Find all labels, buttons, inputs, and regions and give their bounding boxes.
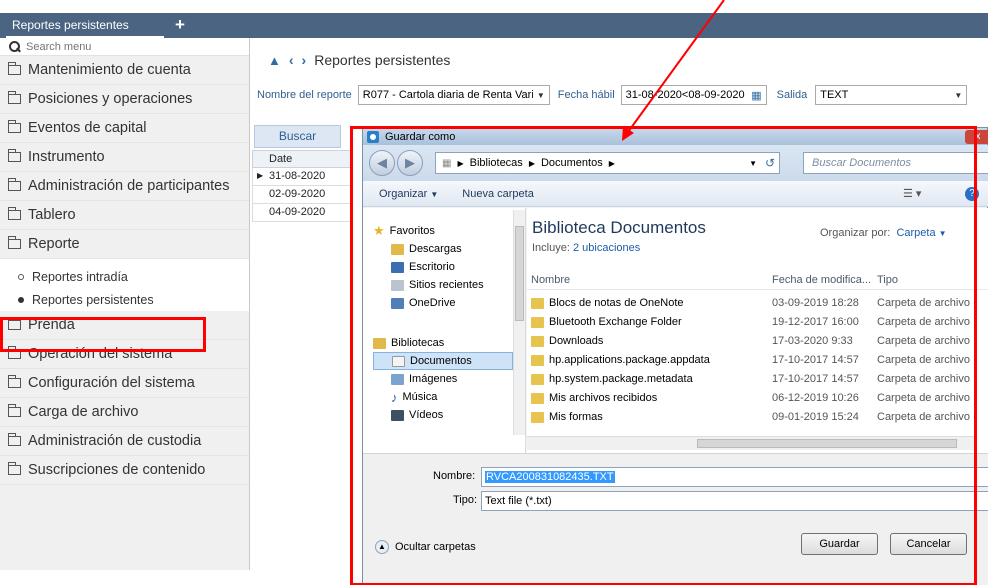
arrow-line <box>627 0 725 133</box>
screen: Reportes persistentes + Mantenimiento de… <box>0 0 988 585</box>
annotation-arrow <box>622 0 725 141</box>
arrow-head <box>622 126 634 141</box>
